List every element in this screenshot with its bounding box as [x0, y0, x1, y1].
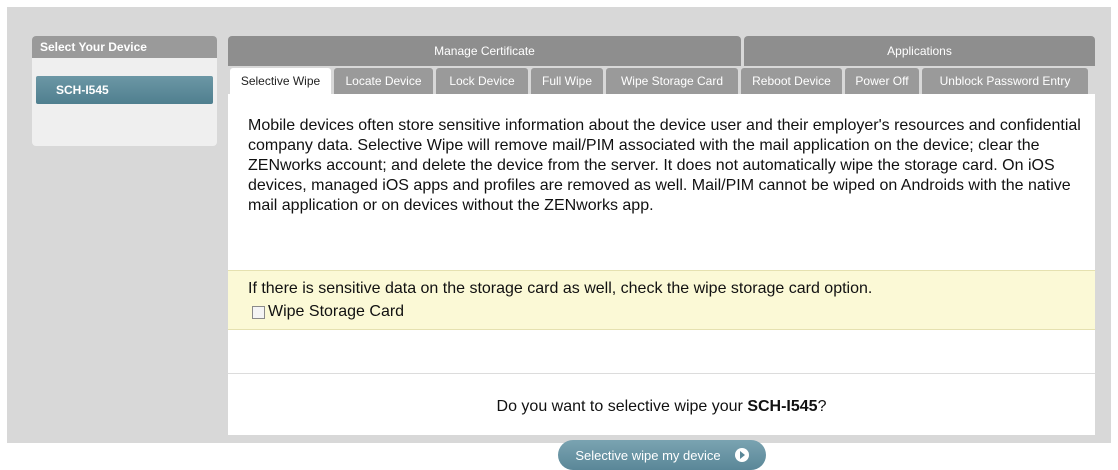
- confirmation-question: Do you want to selective wipe your SCH-I…: [228, 398, 1095, 416]
- wipe-storage-card-option[interactable]: Wipe Storage Card: [252, 302, 404, 322]
- main-panel: Manage Certificate Applications Selectiv…: [228, 36, 1095, 470]
- selective-wipe-description: Mobile devices often store sensitive inf…: [248, 117, 1081, 214]
- tab-manage-certificate[interactable]: Manage Certificate: [228, 36, 741, 66]
- tab-locate-device[interactable]: Locate Device: [334, 68, 433, 94]
- tab-wipe-storage-card[interactable]: Wipe Storage Card: [606, 68, 738, 94]
- tab-full-wipe[interactable]: Full Wipe: [531, 68, 603, 94]
- question-prefix: Do you want to selective wipe your: [496, 398, 748, 415]
- device-item-sch-i545[interactable]: SCH-I545: [36, 76, 213, 104]
- tab-applications[interactable]: Applications: [744, 36, 1095, 66]
- tab-power-off[interactable]: Power Off: [845, 68, 919, 94]
- question-suffix: ?: [817, 398, 827, 415]
- device-panel-header: Select Your Device: [32, 36, 217, 58]
- divider: [228, 373, 1095, 374]
- selective-wipe-content: Mobile devices often store sensitive inf…: [228, 94, 1095, 470]
- tab-selective-wipe[interactable]: Selective Wipe: [230, 68, 331, 94]
- wipe-storage-card-checkbox[interactable]: [252, 305, 265, 319]
- tab-reboot-device[interactable]: Reboot Device: [741, 68, 842, 94]
- tab-unblock-password-entry[interactable]: Unblock Password Entry: [922, 68, 1088, 94]
- storage-card-notice: If there is sensitive data on the storag…: [228, 270, 1095, 330]
- selective-wipe-button[interactable]: Selective wipe my device: [558, 440, 766, 470]
- notice-text: If there is sensitive data on the storag…: [248, 280, 873, 297]
- action-tabs: Selective Wipe Locate Device Lock Device…: [228, 68, 1095, 94]
- tab-lock-device[interactable]: Lock Device: [436, 68, 528, 94]
- question-device-name: SCH-I545: [747, 398, 818, 415]
- device-selector-panel: Select Your Device SCH-I545: [32, 36, 217, 146]
- arrow-right-circle-icon: [734, 448, 749, 462]
- wipe-storage-card-label[interactable]: Wipe Storage Card: [268, 303, 404, 321]
- group-tabs: Manage Certificate Applications: [228, 36, 1095, 66]
